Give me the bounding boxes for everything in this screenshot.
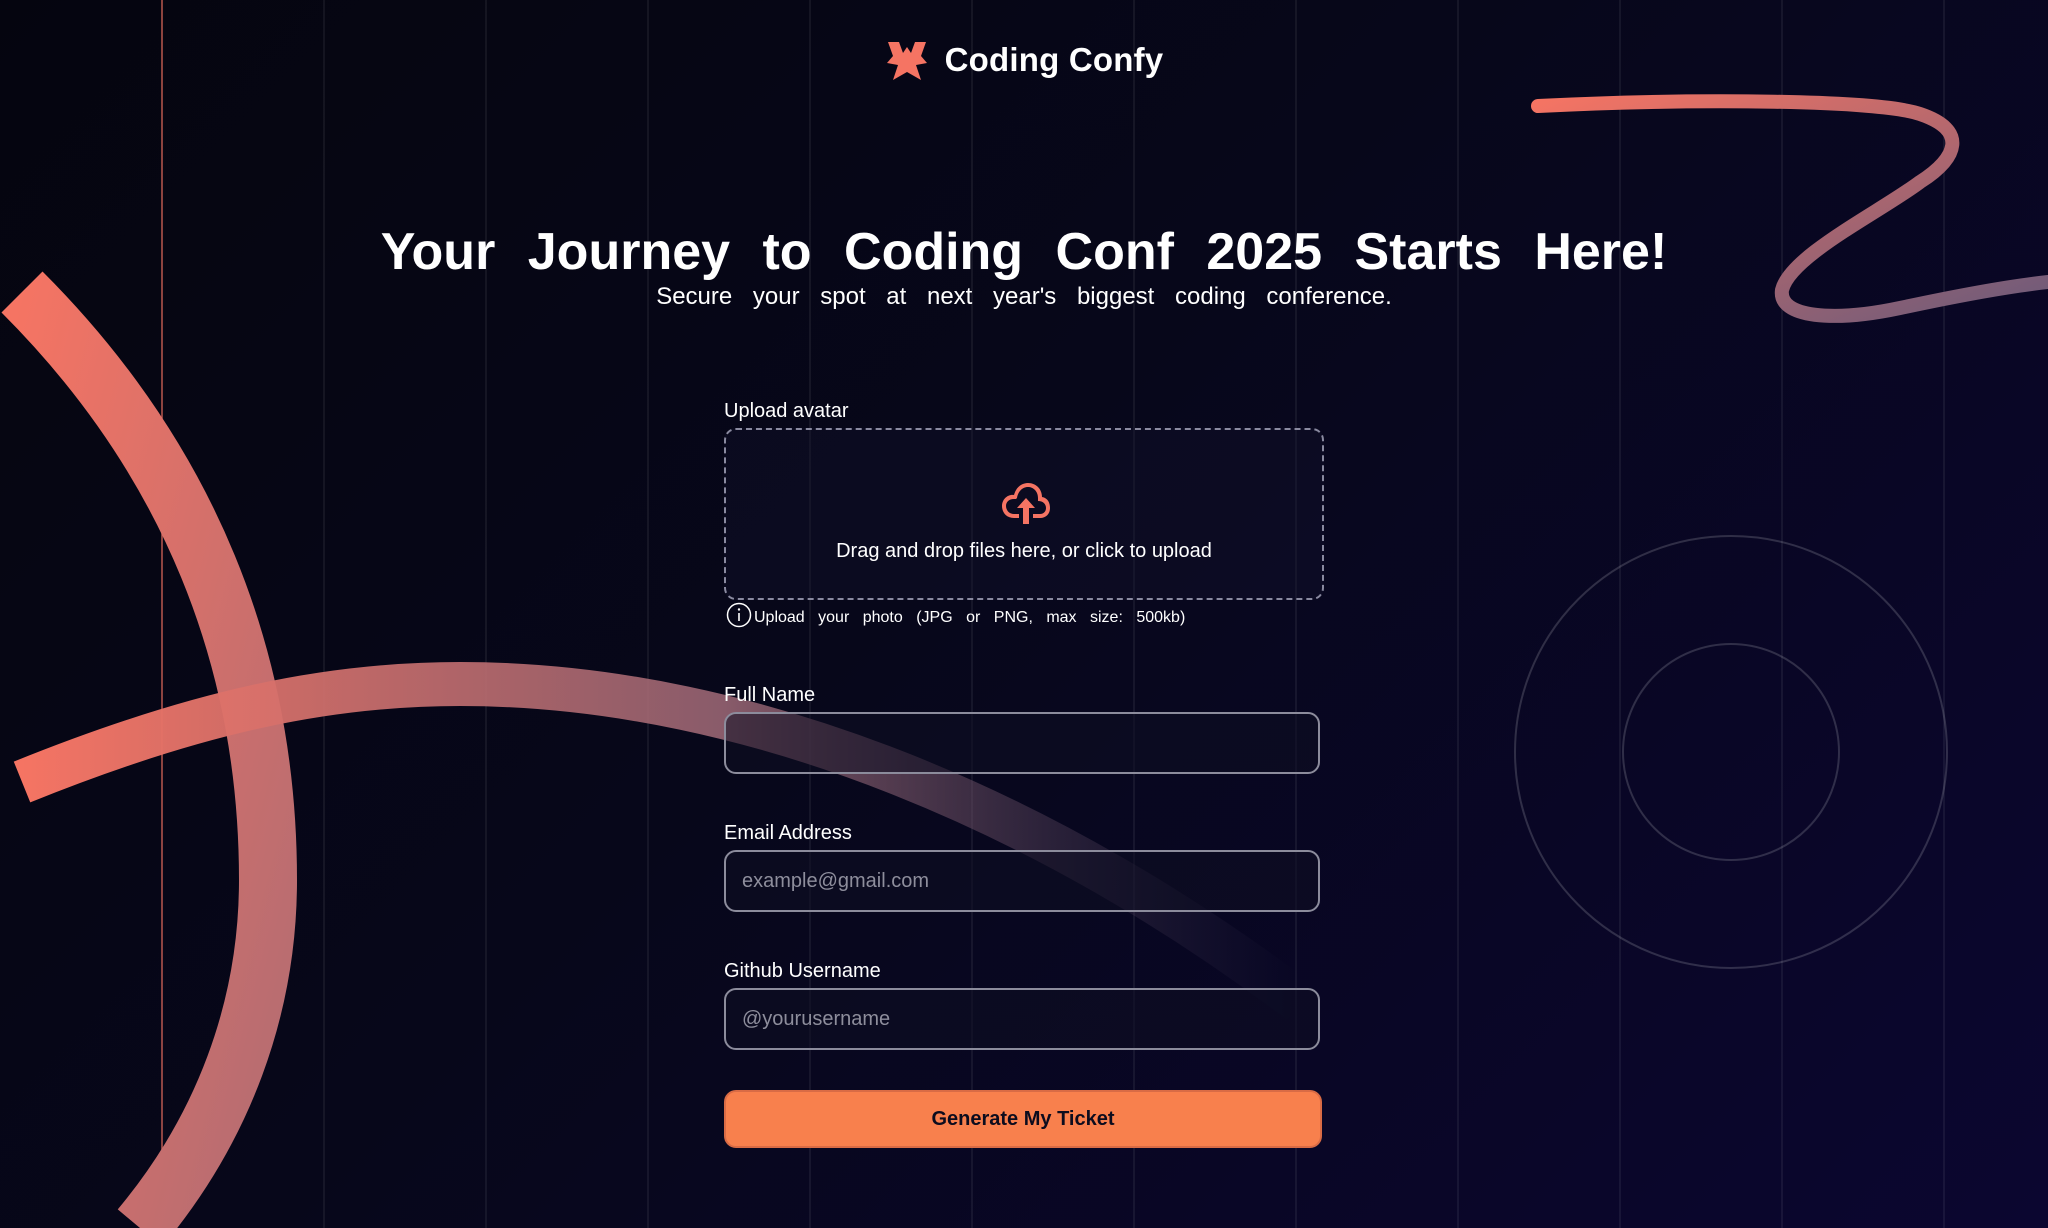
github-label: Github Username [724, 960, 881, 982]
ticket-form: Upload avatar Drag and drop files here, … [724, 400, 1324, 1148]
dropzone-text: Drag and drop files here, or click to up… [836, 540, 1212, 562]
site-header: Coding Confy [0, 38, 2048, 82]
info-icon [726, 602, 752, 628]
full-name-label: Full Name [724, 684, 816, 706]
decorative-circles [1514, 535, 1948, 969]
email-label: Email Address [724, 822, 852, 844]
brand-name: Coding Confy [944, 41, 1164, 78]
avatar-label: Upload avatar [724, 400, 849, 422]
full-name-input[interactable] [724, 712, 1320, 774]
github-input[interactable] [724, 988, 1320, 1050]
email-input[interactable] [724, 850, 1320, 912]
avatar-dropzone[interactable]: Drag and drop files here, or click to up… [724, 428, 1324, 600]
avatar-hint: Upload your photo (JPG or PNG, max size:… [726, 602, 1185, 628]
page-title: Your Journey to Coding Conf 2025 Starts … [380, 223, 1668, 281]
generate-ticket-button[interactable]: Generate My Ticket [724, 1090, 1322, 1148]
decorative-vertical-arc [1, 271, 298, 1228]
avatar-hint-text: Upload your photo (JPG or PNG, max size:… [754, 609, 1186, 626]
cloud-upload-icon [1002, 483, 1050, 524]
page-subtitle: Secure your spot at next year's biggest … [656, 283, 1392, 310]
coding-confy-logo-icon [886, 42, 927, 80]
